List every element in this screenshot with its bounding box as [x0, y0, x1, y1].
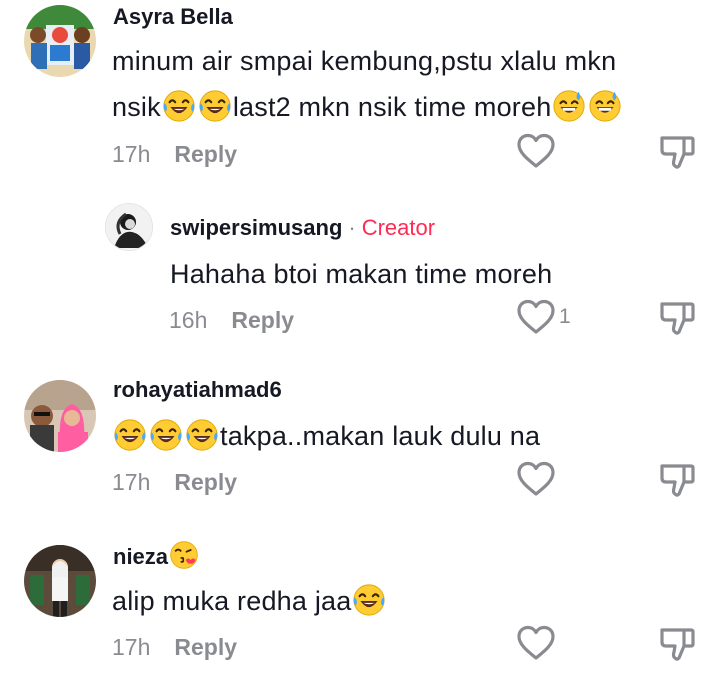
dislike-thumbs-down-icon[interactable]	[657, 132, 697, 172]
username[interactable]: nieza	[113, 540, 200, 571]
like-heart-icon[interactable]	[516, 298, 556, 338]
dislike-thumbs-down-icon[interactable]	[657, 624, 697, 664]
reply-button[interactable]: Reply	[174, 141, 237, 167]
reply-button[interactable]: Reply	[174, 634, 237, 660]
like-heart-icon[interactable]	[516, 624, 556, 664]
sweat-smile-emoji-icon	[588, 89, 622, 123]
username-text[interactable]: nieza	[113, 544, 168, 569]
comment-text-segment: nsik	[112, 92, 161, 122]
avatar[interactable]	[24, 5, 96, 77]
username[interactable]: swipersimusang · Creator	[170, 214, 435, 242]
laughing-emoji-icon	[113, 418, 147, 452]
separator-dot: ·	[348, 215, 356, 240]
username[interactable]: rohayatiahmad6	[113, 376, 282, 404]
reply-button[interactable]: Reply	[174, 469, 237, 495]
comment-text-segment: takpa..makan lauk dulu na	[220, 421, 541, 451]
comment-text: minum air smpai kembung,pstu xlalu mkn n…	[112, 38, 623, 130]
laughing-emoji-icon	[352, 583, 386, 617]
avatar[interactable]	[105, 203, 153, 251]
dislike-thumbs-down-icon[interactable]	[657, 298, 697, 338]
comment-time: 17h	[112, 634, 151, 660]
comment-time: 17h	[112, 141, 151, 167]
sweat-smile-emoji-icon	[552, 89, 586, 123]
avatar[interactable]	[24, 380, 96, 452]
username[interactable]: Asyra Bella	[113, 3, 233, 31]
like-count: 1	[559, 305, 571, 328]
comment-time: 17h	[112, 469, 151, 495]
laughing-emoji-icon	[185, 418, 219, 452]
kissing-emoji-icon	[169, 540, 199, 570]
comment-text: Hahaha btoi makan time moreh	[170, 259, 553, 289]
username-text[interactable]: swipersimusang	[170, 215, 342, 240]
laughing-emoji-icon	[149, 418, 183, 452]
like-heart-icon[interactable]	[516, 132, 556, 172]
comment-text: alip muka redha jaa	[112, 578, 387, 624]
creator-badge: Creator	[361, 215, 436, 240]
reply-button[interactable]: Reply	[231, 307, 294, 333]
laughing-emoji-icon	[198, 89, 232, 123]
comment-meta: 17h Reply	[112, 139, 237, 169]
comment-time: 16h	[169, 307, 208, 333]
avatar[interactable]	[24, 545, 96, 617]
comment-text-segment: alip muka redha jaa	[112, 586, 352, 616]
comment-text-line: minum air smpai kembung,pstu xlalu mkn	[112, 46, 617, 76]
comment-meta: 17h Reply	[112, 467, 237, 497]
comment-meta: 17h Reply	[112, 632, 237, 662]
comment-meta: 16h Reply	[169, 305, 294, 335]
laughing-emoji-icon	[162, 89, 196, 123]
comment-text-segment: last2 mkn nsik time moreh	[232, 92, 552, 122]
comment-text: takpa..makan lauk dulu na	[112, 413, 540, 459]
like-heart-icon[interactable]	[516, 460, 556, 500]
dislike-thumbs-down-icon[interactable]	[657, 460, 697, 500]
